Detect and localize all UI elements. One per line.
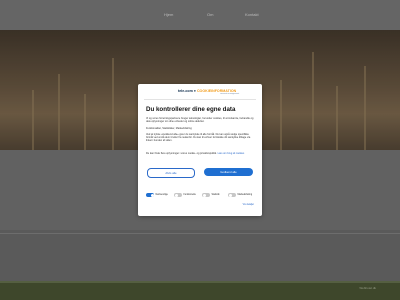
switch-off-icon[interactable] (202, 193, 210, 197)
brand-subtitle: consent management (220, 93, 240, 95)
show-details-link[interactable]: Vis detaljer (243, 204, 254, 206)
toggle-marketing[interactable]: Markedsføring (228, 192, 252, 198)
switch-on-icon[interactable] (146, 193, 154, 197)
switch-off-icon[interactable] (228, 193, 236, 197)
switch-off-icon[interactable] (174, 193, 182, 197)
consent-category-toggles: Nødvendige Funktionelle Statistik Marked… (146, 192, 256, 200)
toggle-label: Nødvendige (155, 194, 168, 196)
toggle-functional[interactable]: Funktionelle (174, 192, 196, 198)
toggle-label: Markedsføring (237, 194, 253, 196)
purposes-text: Funktionalitet, Statistikker, Markedsfør… (146, 127, 192, 130)
policy-text: Du kan finde flere oplysninger i vores c… (146, 152, 254, 155)
toggle-label: Statistik (211, 194, 220, 196)
reject-all-button[interactable]: Afvis alle (147, 168, 195, 178)
intro-text: Vi og vores forretningspartnere bruger t… (146, 117, 254, 124)
brand-main: tele-com (178, 89, 193, 93)
toggle-statistics[interactable]: Statistik (202, 192, 220, 198)
dialog-title: Du kontrollerer dine egne data (146, 106, 236, 113)
policy-text-body: Du kan finde flere oplysninger i vores c… (146, 152, 217, 155)
toggle-label: Funktionelle (183, 194, 196, 196)
accept-all-button[interactable]: Godkend alle (204, 168, 253, 176)
cookie-policy-link[interactable]: Læs om brug af cookies (218, 152, 245, 155)
header-divider (144, 99, 256, 100)
toggle-necessary[interactable]: Nødvendige (146, 192, 168, 198)
cookie-consent-dialog: tele-com ● COOKIEINFORMATION consent man… (138, 84, 262, 216)
consent-explanation-text: Ved at trykke »Godkend alle« giver du sa… (146, 133, 251, 143)
brand-separator-icon: ● (193, 89, 196, 93)
